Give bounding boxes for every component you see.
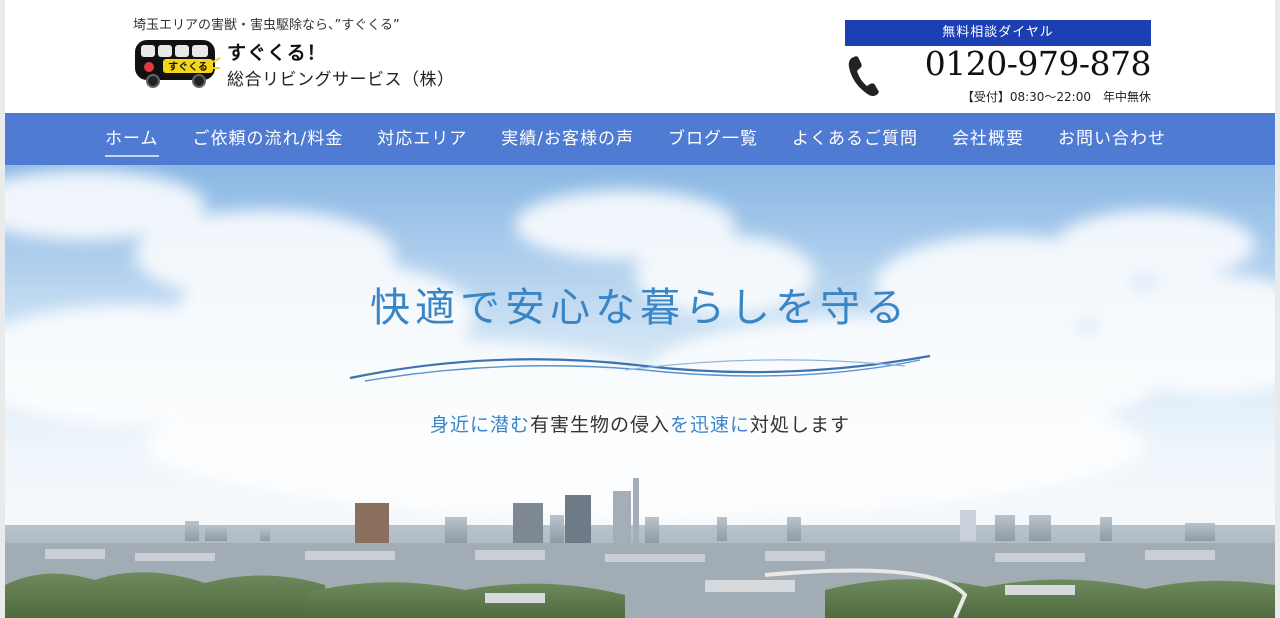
site-header: 埼玉エリアの害獣・害虫駆除なら、”すぐくる” すぐくる すぐくる！ 総合リビング…	[5, 0, 1275, 113]
hero-subcatch: 身近に潜む有害生物の侵入を迅速に対処します	[5, 410, 1275, 437]
hero-sky-cityscape	[5, 170, 1275, 618]
nav-item-flow-pricing[interactable]: ご依頼の流れ/料金	[176, 113, 361, 165]
nav-item-faq[interactable]: よくあるご質問	[775, 113, 935, 165]
wave-ornament	[349, 354, 931, 382]
subcatch-part-3: を迅速に	[670, 414, 751, 436]
nav-item-blog[interactable]: ブログ一覧	[651, 113, 775, 165]
phone-number[interactable]: 0120-979-878	[885, 44, 1152, 83]
logo-text: すぐくる	[168, 61, 208, 73]
main-nav: ホーム ご依頼の流れ/料金 対応エリア 実績/お客様の声 ブログ一覧 よくあるご…	[5, 113, 1275, 165]
nav-list: ホーム ご依頼の流れ/料金 対応エリア 実績/お客様の声 ブログ一覧 よくあるご…	[88, 113, 1183, 165]
company-name: 総合リビングサービス（株）	[227, 70, 455, 90]
subcatch-part-2: 有害生物の侵入	[529, 414, 670, 436]
subcatch-part-4: 対処します	[750, 414, 851, 436]
nav-item-contact[interactable]: お問い合わせ	[1041, 113, 1183, 165]
hero-catchphrase: 快適で安心な暮らしを守る	[370, 285, 910, 331]
nav-item-service-area[interactable]: 対応エリア	[360, 113, 484, 165]
nav-item-results-reviews[interactable]: 実績/お客様の声	[484, 113, 651, 165]
nav-item-home[interactable]: ホーム	[88, 113, 176, 165]
tagline: 埼玉エリアの害獣・害虫駆除なら、”すぐくる”	[133, 18, 400, 33]
hero-banner: 快適で安心な暮らしを守る 身近に潜む有害生物の侵入を迅速に対処します	[5, 165, 1275, 618]
business-hours: 【受付】08:30〜22:00 年中無休	[961, 90, 1151, 104]
subcatch-part-1: 身近に潜む	[429, 414, 530, 436]
bus-logo-icon[interactable]: すぐくる	[133, 36, 221, 88]
phone-icon[interactable]	[845, 54, 881, 98]
nav-item-company[interactable]: 会社概要	[935, 113, 1041, 165]
page: 埼玉エリアの害獣・害虫駆除なら、”すぐくる” すぐくる すぐくる！ 総合リビング…	[5, 0, 1275, 618]
dial-label: 無料相談ダイヤル	[845, 20, 1151, 46]
brand-name[interactable]: すぐくる！	[227, 38, 327, 65]
